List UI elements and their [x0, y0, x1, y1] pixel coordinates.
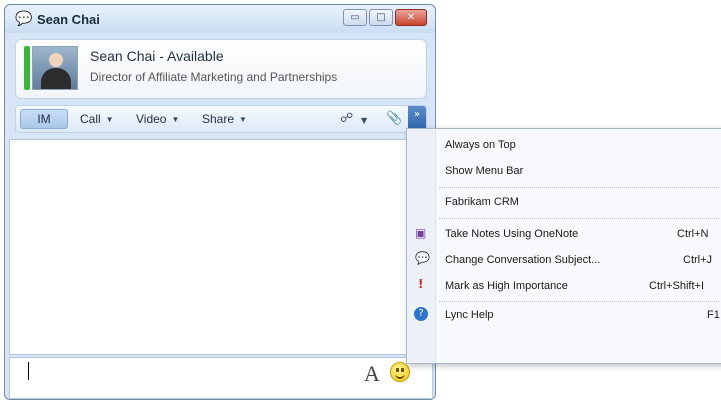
minimize-button[interactable]: ▭ [343, 9, 367, 26]
contact-card[interactable]: Sean Chai - Available Director of Affili… [15, 39, 427, 99]
contact-job-title: Director of Affiliate Marketing and Part… [90, 70, 338, 84]
shortcut-ctrl-j: Ctrl+J [683, 254, 713, 266]
font-button[interactable]: A [364, 361, 380, 387]
title-bar[interactable]: 💬 Sean Chai ▭ □ ✕ [5, 5, 435, 33]
menu-separator [439, 187, 719, 188]
conversation-window: 💬 Sean Chai ▭ □ ✕ Sean Chai - Available … [4, 4, 436, 400]
shortcut-ctrl-n: Ctrl+N [677, 228, 709, 240]
emoticon-icon[interactable] [390, 362, 410, 382]
contact-name-status: Sean Chai - Available [90, 48, 224, 64]
presence-indicator [24, 46, 30, 90]
menu-separator [439, 218, 719, 219]
chevron-down-icon: ▼ [105, 115, 114, 124]
menu-item-show-menu-bar[interactable]: Show Menu Bar [445, 165, 523, 177]
menu-icon-gutter [407, 129, 436, 363]
conversation-history [9, 139, 433, 355]
window-title: Sean Chai [37, 12, 100, 27]
menu-item-always-on-top[interactable]: Always on Top [445, 139, 516, 151]
call-button[interactable]: Call ▼ [80, 112, 114, 126]
options-menu: Always on Top Show Menu Bar Fabrikam CRM… [406, 128, 721, 364]
share-button[interactable]: Share ▼ [202, 112, 247, 126]
menu-item-take-notes[interactable]: Take Notes Using OneNote [445, 228, 578, 240]
window-controls: ▭ □ ✕ [343, 9, 427, 26]
menu-item-lync-help[interactable]: Lync Help [445, 309, 494, 321]
menu-item-fabrikam-crm[interactable]: Fabrikam CRM [445, 196, 519, 208]
text-cursor [28, 362, 29, 380]
shortcut-f1: F1 [707, 309, 720, 321]
chevron-down-icon: ▼ [171, 115, 180, 124]
menu-separator [439, 301, 719, 302]
maximize-button[interactable]: □ [369, 9, 393, 26]
menu-item-change-subject[interactable]: Change Conversation Subject... [445, 254, 600, 266]
chevron-down-icon[interactable]: ▼ [361, 116, 367, 125]
conversation-toolbar: IM Call ▼ Video ▼ Share ▼ ☍ ▼ 📎 » [15, 105, 427, 133]
importance-icon: ! [418, 277, 424, 291]
avatar[interactable] [32, 46, 78, 90]
help-icon: ? [414, 307, 428, 321]
im-button[interactable]: IM [20, 109, 68, 129]
conversation-icon: 💬 [15, 11, 33, 27]
close-button[interactable]: ✕ [395, 9, 427, 26]
onenote-icon: ▣ [415, 226, 427, 240]
attach-icon[interactable]: 📎 [386, 111, 402, 126]
chevron-down-icon: ▼ [239, 115, 247, 124]
people-options-icon[interactable]: ☍ [340, 111, 353, 126]
subject-icon: 💬 [415, 251, 430, 265]
video-button[interactable]: Video ▼ [136, 112, 179, 126]
shortcut-ctrl-shift-i: Ctrl+Shift+I [649, 280, 705, 292]
menu-item-high-importance[interactable]: Mark as High Importance [445, 280, 568, 292]
